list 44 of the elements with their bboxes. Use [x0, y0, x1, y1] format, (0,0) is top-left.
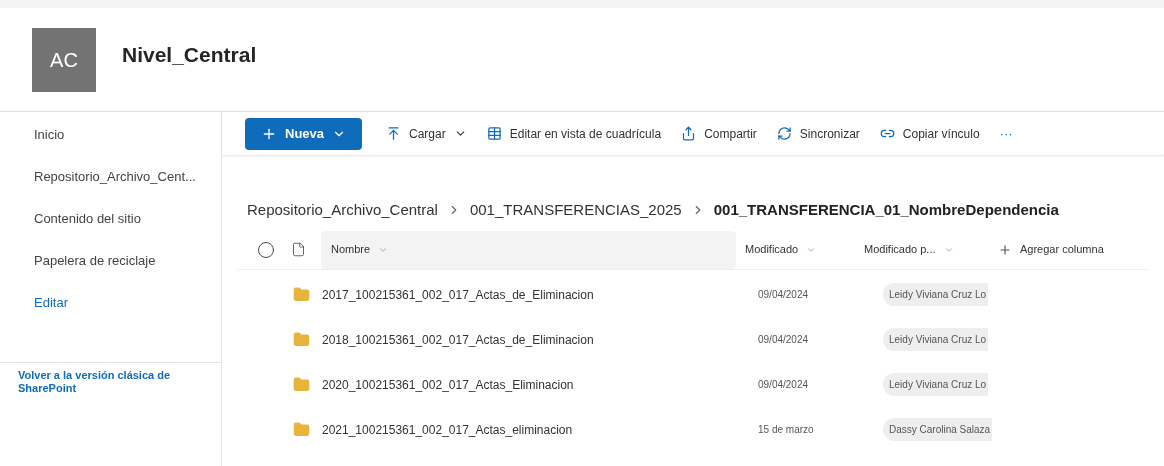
add-column-button[interactable]: Agregar columna [998, 241, 1104, 258]
modified-date: 09/04/2024 [758, 288, 810, 302]
site-avatar: AC [32, 27, 96, 92]
person-pill[interactable]: Dassy Carolina Salaza [883, 418, 993, 441]
column-header[interactable]: Modificado [736, 230, 862, 269]
person-pill[interactable]: Leidy Viviana Cruz Lo [883, 283, 989, 306]
nav-item[interactable]: Repositorio_Archivo_Cent... [34, 168, 221, 186]
folder-name[interactable]: 2020_100215361_002_017_Actas_Eliminacion [322, 375, 758, 394]
person-pill[interactable]: Leidy Viviana Cruz Lo [883, 373, 989, 396]
folder-icon [293, 421, 310, 438]
sync-icon [776, 126, 792, 141]
modified-date: 09/04/2024 [758, 333, 810, 347]
new-button[interactable]: Nueva [245, 117, 363, 150]
column-header[interactable]: Modificado p... [862, 230, 992, 269]
person-pill[interactable]: Leidy Viviana Cruz Lo [883, 328, 989, 351]
toolbar-button[interactable]: Cargar [378, 124, 475, 143]
nav-item[interactable]: Inicio [34, 126, 221, 144]
column-header[interactable]: Nombre [321, 230, 736, 269]
folder-name[interactable]: 2017_100215361_002_017_Actas_de_Eliminacion [322, 285, 758, 304]
share-icon [681, 126, 697, 141]
toolbar-button[interactable]: Compartir [673, 124, 765, 143]
classic-version-link[interactable]: Volver a la versión clásica de SharePoint [18, 369, 188, 395]
folder-icon [293, 331, 310, 348]
nav-item[interactable]: Contenido del sitio [34, 210, 221, 228]
toolbar-button[interactable]: Sincronizar [768, 124, 868, 143]
edit-link[interactable]: Editar [34, 294, 221, 312]
folder-icon [293, 376, 310, 393]
folder-icon [293, 286, 310, 303]
nav-item[interactable]: Papelera de reciclaje [34, 252, 221, 270]
folder-name[interactable]: 2018_100215361_002_017_Actas_de_Eliminacion [322, 330, 758, 349]
toolbar-button[interactable]: Copiar vínculo [871, 124, 988, 143]
file-type-icon [291, 242, 306, 257]
site-title: Nivel_Central [122, 41, 257, 68]
breadcrumb-current[interactable]: 001_TRANSFERENCIA_01_NombreDependencia [713, 198, 1059, 222]
breadcrumb-link[interactable]: 001_TRANSFERENCIAS_2025 [469, 198, 682, 222]
grid-icon [486, 126, 502, 141]
select-all-icon[interactable] [257, 240, 275, 259]
more-button[interactable]: ··· [991, 123, 1021, 144]
toolbar-button[interactable]: Editar en vista de cuadrícula [478, 124, 670, 143]
folder-name[interactable]: 2021_100215361_002_017_Actas_eliminacion [322, 420, 758, 439]
breadcrumb-link[interactable]: Repositorio_Archivo_Central [247, 198, 438, 222]
plus-icon [998, 242, 1012, 257]
modified-date: 15 de marzo [758, 423, 815, 437]
modified-date: 09/04/2024 [758, 378, 810, 392]
